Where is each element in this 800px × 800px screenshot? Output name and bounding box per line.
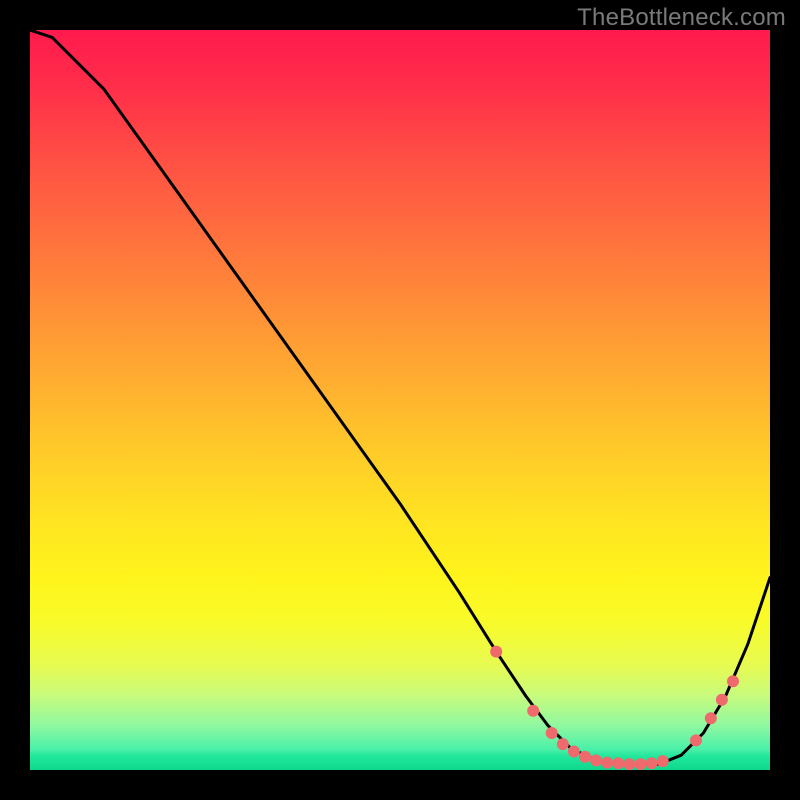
highlight-point: [590, 754, 602, 766]
highlight-point: [568, 746, 580, 758]
highlight-point: [546, 727, 558, 739]
curve-layer: [30, 30, 770, 770]
highlight-points: [490, 646, 739, 770]
chart-frame: TheBottleneck.com: [0, 0, 800, 800]
highlight-point: [527, 705, 539, 717]
bottleneck-curve: [30, 30, 770, 765]
highlight-point: [727, 675, 739, 687]
highlight-point: [657, 755, 669, 767]
highlight-point: [557, 738, 569, 750]
highlight-point: [623, 758, 635, 770]
highlight-point: [716, 694, 728, 706]
watermark-label: TheBottleneck.com: [577, 4, 786, 32]
highlight-point: [579, 751, 591, 763]
highlight-point: [705, 712, 717, 724]
highlight-point: [601, 757, 613, 769]
plot-area: [30, 30, 770, 770]
highlight-point: [646, 757, 658, 769]
highlight-point: [635, 758, 647, 770]
highlight-point: [490, 646, 502, 658]
highlight-point: [690, 734, 702, 746]
highlight-point: [612, 757, 624, 769]
